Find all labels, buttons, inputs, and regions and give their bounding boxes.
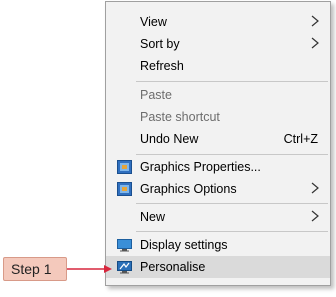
callout-arrow: [67, 265, 112, 273]
